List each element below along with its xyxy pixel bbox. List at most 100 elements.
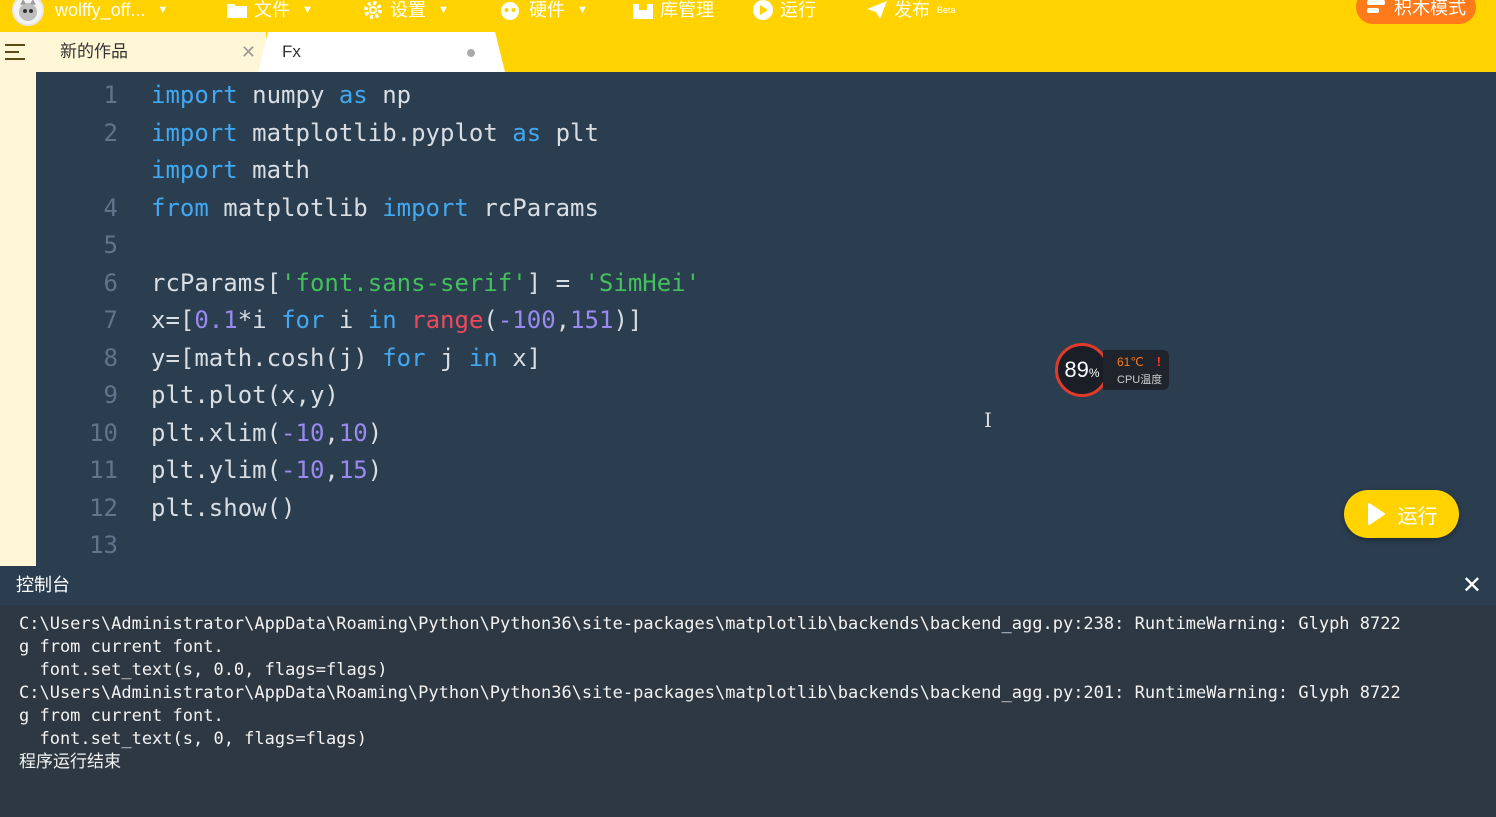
console-line: g from current font. [19, 637, 224, 657]
line-number-gutter: 1 2 4 5 6 7 8 9 10 11 12 13 [36, 72, 151, 566]
code-line[interactable]: x=[0.1*i for i in range(-100,151)] [151, 302, 642, 338]
code-token: )] [613, 306, 643, 334]
text-cursor-icon: I [984, 408, 992, 432]
code-area[interactable]: import numpy as np import matplotlib.pypl… [151, 72, 1496, 566]
cpu-temp-panel: 61℃ CPU温度 ! [1103, 350, 1169, 390]
folder-icon [227, 4, 247, 18]
code-token: plt.plot(x,y) [151, 381, 339, 409]
cpu-temperature: 61℃ [1117, 355, 1144, 369]
tab-fx[interactable]: Fx [258, 32, 505, 72]
code-token: import [151, 118, 238, 147]
cpu-usage-unit: % [1088, 366, 1100, 380]
line-number: 4 [103, 193, 118, 222]
unsaved-dot-icon[interactable] [467, 49, 475, 57]
code-token: as [338, 81, 368, 109]
code-token: in [367, 306, 397, 334]
code-line[interactable]: y=[math.cosh(j) for j in x] [151, 340, 541, 376]
code-token: 151 [570, 306, 614, 334]
warning-icon: ! [1156, 354, 1161, 369]
code-token: plt.show() [151, 493, 296, 522]
code-token: j [425, 343, 469, 372]
code-token: rcParams[ [151, 268, 282, 297]
code-token: *i [237, 306, 282, 334]
top-menu-bar: wolffy_off... ▼ 文件 ▼ 设置 ▼ 硬件 ▼ 库管理 运行 发布… [0, 0, 1496, 32]
code-token: -10 [281, 456, 325, 484]
code-editor[interactable]: 1 2 4 5 6 7 8 9 10 11 12 13 import numpy as np impor… [36, 72, 1496, 566]
code-token: import [151, 156, 238, 184]
close-icon[interactable]: ✕ [1462, 566, 1482, 605]
code-token: x=[ [151, 306, 195, 334]
code-token: 15 [338, 456, 368, 484]
user-menu[interactable]: wolffy_off... ▼ [55, 0, 168, 20]
code-line[interactable]: import matplotlib.pyplot as plt [151, 115, 599, 151]
code-line[interactable]: import math [151, 152, 310, 188]
tab-new-work[interactable]: 新的作品 ✕ [36, 32, 266, 72]
run-button[interactable]: 运行 [1344, 490, 1459, 538]
line-number: 6 [103, 268, 118, 297]
chevron-down-icon: ▼ [438, 4, 449, 16]
code-token: i [324, 306, 368, 334]
hamburger-icon [5, 44, 25, 65]
wolf-avatar-icon [19, 0, 37, 21]
user-avatar[interactable] [12, 0, 44, 26]
block-mode-button[interactable]: 积木模式 [1356, 0, 1476, 24]
menu-run[interactable]: 运行 [752, 0, 816, 20]
code-token: -10 [281, 418, 325, 447]
paper-plane-icon [867, 1, 887, 19]
code-line[interactable]: plt.ylim(-10,15) [151, 452, 382, 488]
line-number: 9 [103, 381, 118, 409]
code-token: y=[math.cosh(j) [151, 343, 383, 372]
code-token: as [512, 118, 542, 147]
menu-hardware-label: 硬件 [529, 0, 565, 20]
menu-library[interactable]: 库管理 [632, 0, 714, 20]
console-title: 控制台 [16, 575, 70, 595]
line-number: 13 [89, 531, 118, 559]
console-line: font.set_text(s, 0, flags=flags) [19, 729, 367, 749]
code-token: , [324, 456, 339, 484]
code-token: plt [541, 118, 599, 147]
chevron-down-icon: ▼ [157, 4, 169, 16]
chevron-down-icon: ▼ [302, 4, 313, 16]
code-line[interactable]: import numpy as np [151, 77, 411, 113]
code-token: ] = [526, 268, 585, 297]
line-number: 7 [103, 306, 118, 334]
blocks-icon [1367, 0, 1385, 13]
robot-icon [501, 2, 519, 20]
line-number: 12 [89, 493, 118, 522]
close-icon[interactable]: ✕ [241, 32, 256, 72]
menu-run-label: 运行 [780, 0, 816, 20]
menu-library-label: 库管理 [660, 0, 714, 20]
code-token: numpy [237, 81, 339, 109]
code-token: , [324, 418, 339, 447]
menu-settings[interactable]: 设置 ▼ [362, 0, 449, 20]
code-token: , [555, 306, 571, 334]
code-token: range [411, 306, 484, 334]
line-number: 5 [103, 231, 118, 259]
code-line[interactable]: from matplotlib import rcParams [151, 190, 599, 226]
console-line: C:\Users\Administrator\AppData\Roaming\P… [19, 683, 1401, 703]
code-token: for [281, 306, 325, 334]
tab-strip: 新的作品 ✕ Fx [0, 32, 1496, 72]
code-token: plt.ylim( [151, 456, 282, 484]
code-line[interactable]: plt.xlim(-10,10) [151, 415, 382, 451]
menu-settings-label: 设置 [390, 0, 426, 20]
code-line[interactable]: plt.plot(x,y) [151, 377, 339, 413]
code-token: ) [367, 418, 383, 447]
menu-hardware[interactable]: 硬件 ▼ [497, 0, 588, 20]
code-token: import [151, 81, 238, 109]
menu-publish[interactable]: 发布 Beta [866, 0, 956, 20]
code-line[interactable]: plt.show() [151, 490, 296, 526]
code-line[interactable]: rcParams['font.sans-serif'] = 'SimHei' [151, 265, 700, 301]
cpu-monitor-widget[interactable]: 89% 61℃ CPU温度 ! [1055, 343, 1169, 397]
code-token: x] [497, 343, 542, 372]
code-token: 10 [338, 418, 368, 447]
tab-label: 新的作品 [60, 42, 128, 61]
run-button-label: 运行 [1397, 505, 1438, 528]
console-header: 控制台 ✕ [0, 566, 1496, 605]
code-token: matplotlib.pyplot [237, 118, 513, 147]
line-number: 8 [103, 343, 118, 372]
menu-file[interactable]: 文件 ▼ [226, 0, 313, 20]
code-token: plt.xlim( [151, 418, 282, 447]
gear-icon [364, 1, 382, 19]
side-panel-toggle[interactable] [0, 32, 36, 566]
